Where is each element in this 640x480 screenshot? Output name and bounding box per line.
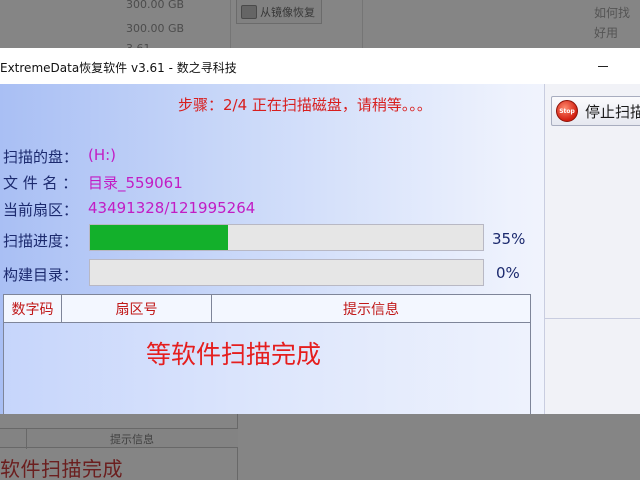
background-table-header: 提示信息 — [0, 428, 238, 449]
log-table-body: 等软件扫描完成 — [4, 323, 530, 414]
restore-from-image-button[interactable]: 从镜像恢复 — [236, 0, 322, 24]
scan-progress-bar — [89, 224, 484, 251]
disk-image-icon — [241, 4, 257, 19]
panel-divider — [544, 318, 640, 319]
restore-from-image-label: 从镜像恢复 — [260, 5, 315, 19]
scan-progress-fill — [90, 225, 228, 250]
right-button-panel — [544, 84, 640, 414]
stop-scan-label: 停止扫描 — [585, 102, 640, 121]
column-divider — [362, 0, 363, 48]
disk-size-label: 300.00 GB — [126, 22, 185, 35]
filename-label: 文 件 名 ： — [3, 174, 78, 192]
current-sector-value: 43491328/121995264 — [88, 199, 256, 217]
minimize-button[interactable] — [588, 48, 618, 84]
column-header-sector[interactable]: 扇区号 — [62, 295, 212, 323]
background-status-message: 软件扫描完成 — [0, 457, 123, 480]
scan-disk-label: 扫描的盘： — [3, 148, 79, 166]
scan-log-table[interactable]: 数字码 扇区号 提示信息 等软件扫描完成 — [3, 294, 531, 414]
scan-step-status: 步骤：2/4 正在扫描磁盘，请稍等。。。 — [178, 96, 432, 114]
scan-progress-label: 扫描进度： — [3, 232, 79, 250]
current-sector-label: 当前扇区： — [3, 201, 79, 219]
scan-wait-message: 等软件扫描完成 — [146, 340, 322, 369]
column-header-message[interactable]: 提示信息 — [212, 295, 530, 323]
build-directory-percent: 0% — [496, 264, 520, 282]
scan-progress-percent: 35% — [492, 230, 526, 248]
build-directory-label: 构建目录： — [3, 266, 79, 284]
stop-icon: Stop — [556, 100, 578, 122]
title-bar[interactable]: ExtremeData恢复软件 v3.61 - 数之寻科技 — [0, 48, 640, 84]
help-text: 如何找 — [594, 6, 631, 20]
filename-value: 目录_559061 — [88, 174, 183, 192]
scan-progress-dialog: ExtremeData恢复软件 v3.61 - 数之寻科技 Stop 停止扫描 … — [0, 48, 640, 414]
column-divider — [230, 0, 231, 48]
help-text: 好用 — [594, 26, 619, 40]
stop-scan-button[interactable]: Stop 停止扫描 — [551, 96, 640, 126]
build-directory-progress-bar — [89, 259, 484, 286]
background-table-column: 提示信息 — [110, 433, 154, 446]
column-header-code[interactable]: 数字码 — [4, 295, 62, 323]
minimize-icon — [598, 65, 608, 67]
log-table-header: 数字码 扇区号 提示信息 — [4, 295, 530, 323]
scan-disk-value: (H:) — [88, 146, 117, 164]
disk-size-label: 300.00 GB — [126, 0, 185, 11]
window-title: ExtremeData恢复软件 v3.61 - 数之寻科技 — [0, 61, 237, 75]
